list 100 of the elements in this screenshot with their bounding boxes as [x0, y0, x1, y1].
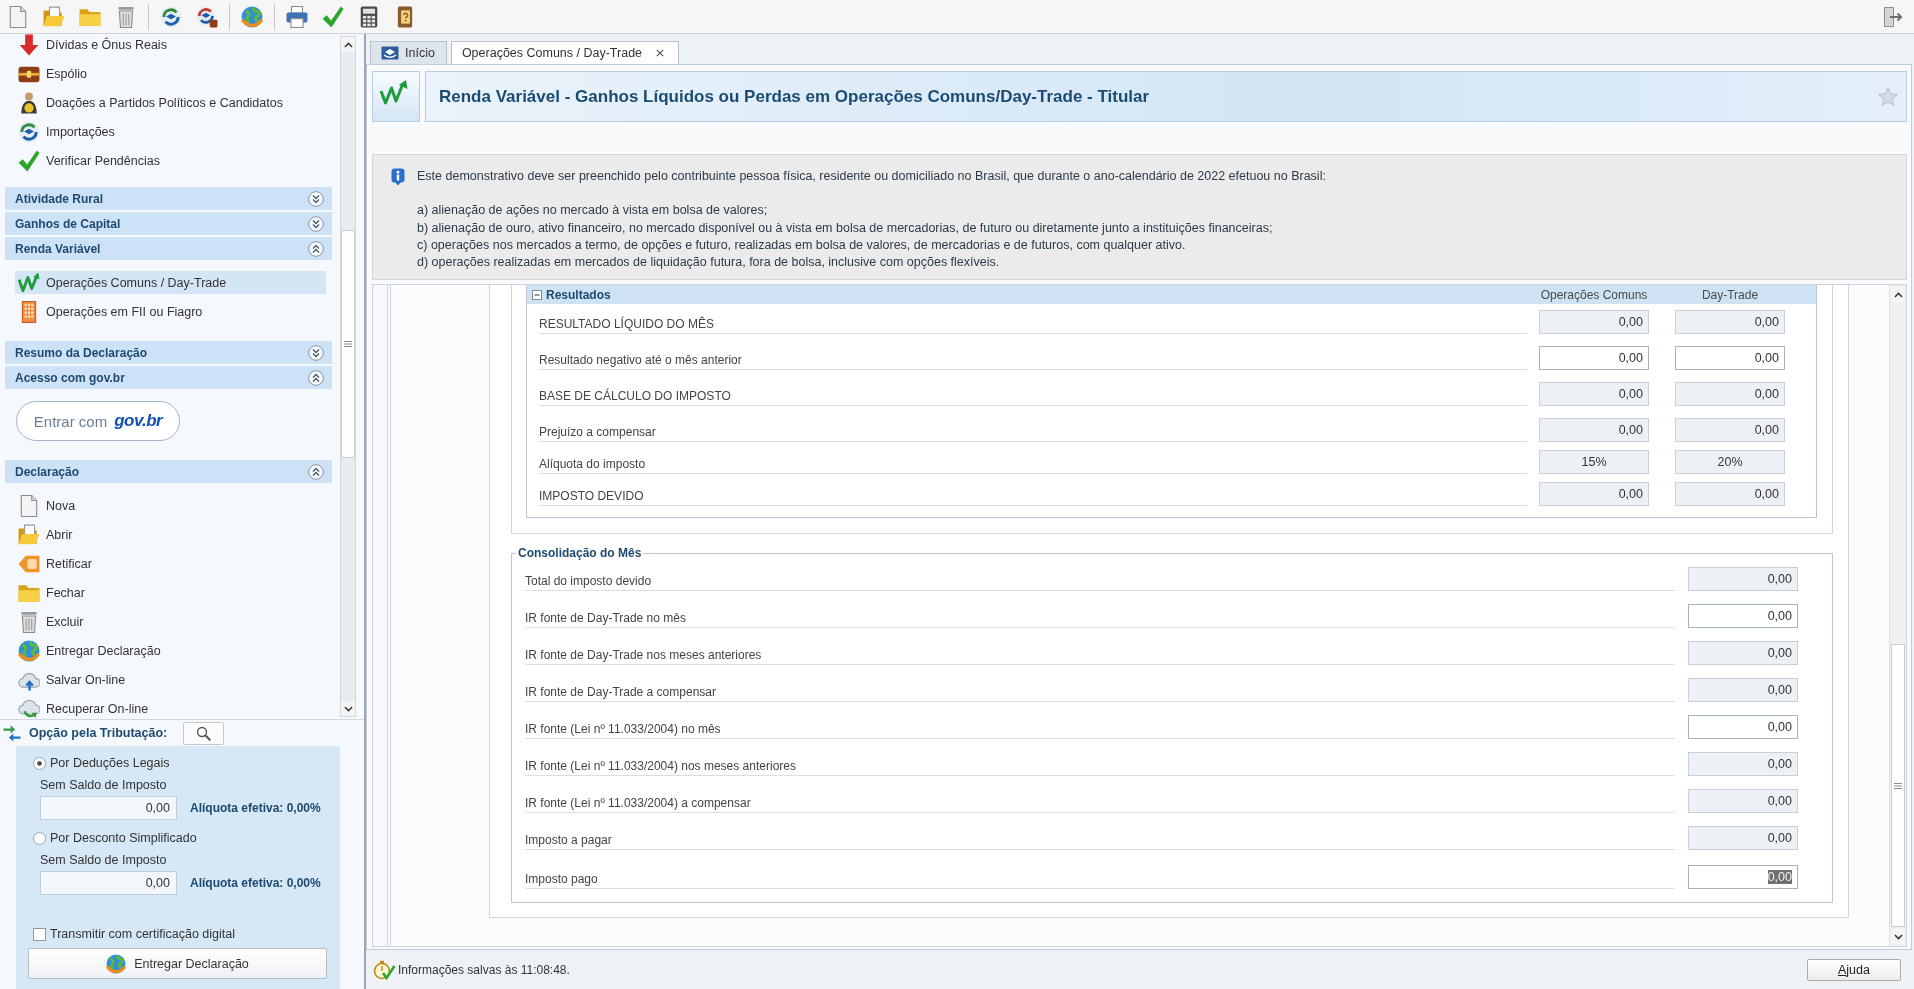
emblem-icon [381, 46, 399, 60]
swap-arrows-icon [3, 724, 21, 742]
printer-icon[interactable] [286, 5, 308, 28]
star-icon[interactable] [1878, 86, 1898, 107]
amount-field[interactable]: 0,00 [1675, 346, 1785, 370]
submit-button[interactable]: Entregar Declaração [28, 948, 327, 979]
document-icon [18, 494, 40, 517]
chevron-down-icon[interactable] [343, 705, 353, 712]
field-label: IR fonte de Day-Trade nos meses anteriores [525, 640, 1675, 665]
sidebar-item[interactable]: Operações em FII ou Fiagro [15, 300, 326, 323]
amount-field: 15% [1539, 450, 1649, 474]
sidebar-item[interactable]: Fechar [15, 581, 326, 604]
radio-option[interactable]: Por Desconto Simplificado [33, 829, 197, 847]
help-button[interactable]: Ajuda [1807, 958, 1901, 981]
close-icon[interactable] [656, 49, 665, 57]
amount-field[interactable]: 0,00 [1539, 346, 1649, 370]
amount-field[interactable]: 0,00 [1688, 865, 1798, 889]
section-header[interactable]: Acesso com gov.br [5, 366, 332, 389]
cloud-arrow-icon [18, 697, 40, 719]
globe-icon[interactable] [241, 5, 263, 28]
checkbox-option[interactable]: Transmitir com certificação digital [33, 925, 235, 943]
chevron-down-icon[interactable] [1893, 933, 1903, 940]
field-label: IMPOSTO DEVIDO [539, 482, 1527, 506]
section-header[interactable]: Ganhos de Capital [5, 212, 332, 235]
field-label: Imposto a pagar [525, 825, 1675, 850]
arrow-down-icon [18, 34, 40, 56]
search-icon [196, 725, 212, 741]
amount-field: 0,00 [1539, 310, 1649, 334]
login-button[interactable]: Entrar com gov.br [16, 401, 180, 441]
scrollbar[interactable] [340, 36, 356, 717]
section-title: Opção pela Tributação: [29, 726, 168, 740]
circular-arrows-icon[interactable] [160, 5, 182, 28]
tab[interactable]: Início [370, 41, 447, 64]
section-header[interactable]: Renda Variável [5, 237, 332, 260]
amount-field: 0,00 [1688, 825, 1798, 850]
open-folder-icon[interactable] [43, 5, 65, 28]
rate-label: Alíquota efetiva: 0,00% [190, 801, 321, 815]
trend-chart-icon [372, 71, 420, 122]
amount-field: 0,00 [1688, 566, 1798, 591]
sidebar-item[interactable]: Dívidas e Ônus Reais [15, 34, 326, 56]
field-label: Imposto pago [525, 865, 1675, 889]
checkmark-icon[interactable] [322, 5, 344, 28]
amount-field[interactable]: 0,00 [1688, 603, 1798, 628]
field-label: Prejuízo a compensar [539, 418, 1527, 442]
trash-icon [18, 610, 40, 633]
sidebar-item[interactable]: Doações a Partidos Políticos e Candidatos [15, 91, 326, 114]
search-button[interactable] [183, 721, 225, 745]
sidebar-item[interactable]: Salvar On-line [15, 668, 326, 691]
amount-field: 0,00 [1539, 482, 1649, 506]
section-header[interactable]: Declaração [5, 460, 332, 483]
circular-arrows-badge-icon[interactable] [196, 5, 218, 28]
amount-field: 0,00 [1539, 418, 1649, 442]
field-label: Alíquota do imposto [539, 450, 1527, 474]
exit-icon[interactable] [1882, 6, 1902, 27]
field-label: Resultado negativo até o mês anterior [539, 346, 1527, 370]
person-coin-icon [18, 91, 40, 114]
info-icon [391, 168, 405, 186]
amount-field: 0,00 [1688, 751, 1798, 776]
field-label: IR fonte (Lei nº 11.033/2004) nos meses anteriores [525, 751, 1675, 776]
circular-arrows-icon [18, 120, 40, 143]
sidebar-item[interactable]: Retificar [15, 552, 326, 575]
table-title: Resultados [546, 287, 612, 302]
chevron-up-icon[interactable] [1893, 291, 1903, 298]
rate-label: Alíquota efetiva: 0,00% [190, 876, 321, 890]
sidebar-item[interactable]: Espólio [15, 62, 326, 85]
sidebar-item[interactable]: Recuperar On-line [15, 697, 326, 719]
sidebar-item[interactable]: Entregar Declaração [15, 639, 326, 662]
sidebar-item[interactable]: Operações Comuns / Day-Trade [15, 271, 326, 294]
scrollbar-thumb[interactable] [1891, 644, 1905, 927]
column-header: Operações Comuns [1539, 287, 1649, 302]
calculator-icon[interactable] [358, 5, 380, 28]
radio-option[interactable]: Por Deduções Legais [33, 754, 170, 772]
collapse-icon[interactable] [532, 289, 542, 300]
sidebar-item[interactable]: Verificar Pendências [15, 149, 326, 172]
section-header[interactable]: Resumo da Declaração [5, 341, 332, 364]
scrollbar[interactable] [1889, 285, 1906, 946]
sidebar-item[interactable]: Importações [15, 120, 326, 143]
notice-text: Este demonstrativo deve ser preenchido pelo contribuinte pessoa física, residente ou domiciliado no Brasil, que durante o ano-calendário de 2022 efetuou no Brasil: [417, 168, 1326, 185]
sidebar-item[interactable]: Abrir [15, 523, 326, 546]
field-label: BASE DE CÁLCULO DO IMPOSTO [539, 382, 1527, 406]
amount-field: 0,00 [1688, 677, 1798, 702]
sidebar-item[interactable]: Excluir [15, 610, 326, 633]
grip-icon [1894, 782, 1902, 789]
group-title: Consolidação do Mês [517, 546, 643, 560]
sidebar-item[interactable]: Nova [15, 494, 326, 517]
trash-icon[interactable] [115, 5, 137, 28]
notice-item: d) operações realizadas em mercados de liquidação futura, fora de bolsa, inclusive com opções flexíveis. [417, 254, 1001, 272]
amount-field[interactable]: 0,00 [1688, 714, 1798, 739]
grip-icon [344, 341, 352, 347]
column-header: Day-Trade [1700, 287, 1760, 302]
scrollbar-thumb[interactable] [341, 230, 355, 458]
amount-field: 0,00 [1688, 788, 1798, 813]
amount-field: 0,00 [40, 796, 177, 820]
amount-field: 0,00 [1675, 418, 1785, 442]
field-label: RESULTADO LÍQUIDO DO MÊS [539, 310, 1527, 334]
document-icon[interactable] [7, 5, 29, 28]
chevron-up-icon[interactable] [343, 41, 353, 48]
section-header[interactable]: Atividade Rural [5, 187, 332, 210]
tab[interactable]: Operações Comuns / Day-Trade [450, 41, 680, 64]
notice-item: a) alienação de ações no mercado à vista em bolsa de valores; [417, 202, 769, 220]
